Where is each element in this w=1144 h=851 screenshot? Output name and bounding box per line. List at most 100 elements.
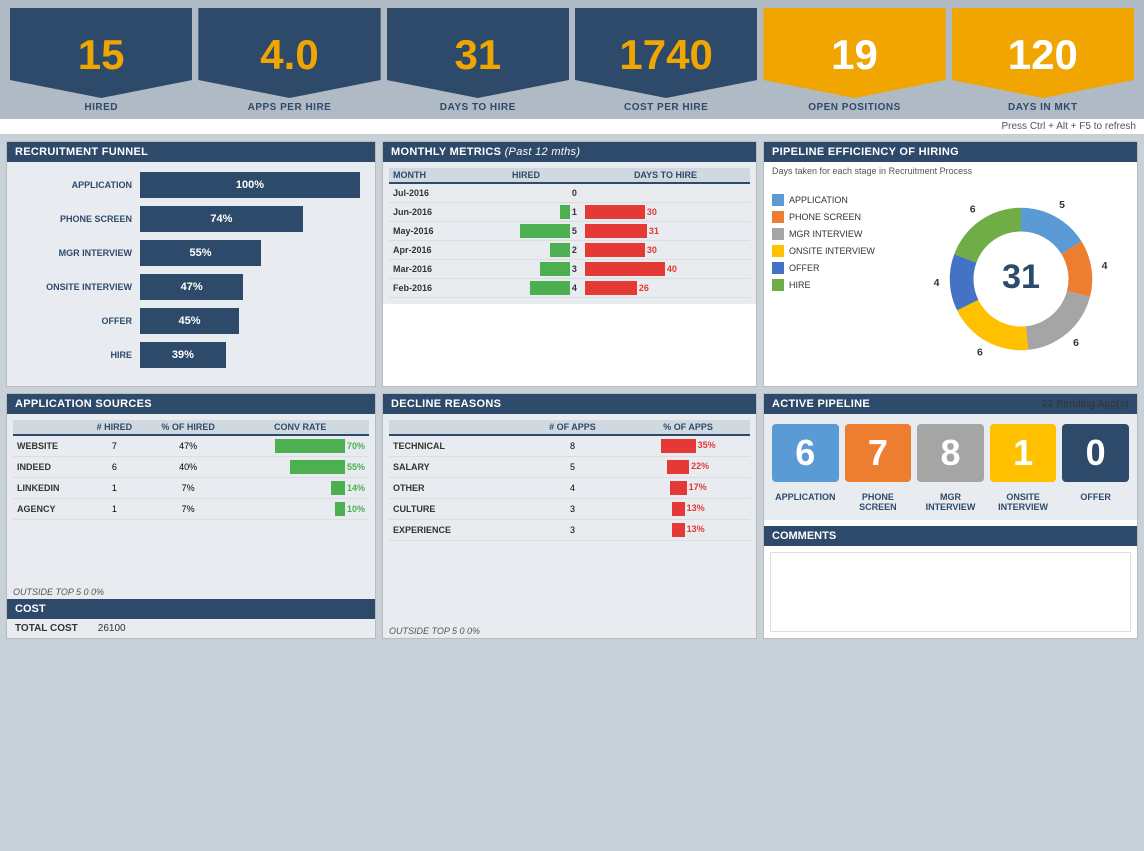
monthly-row: Apr-2016230 xyxy=(389,241,750,260)
source-name: INDEED xyxy=(13,457,84,478)
monthly-dth: 26 xyxy=(581,279,750,298)
funnel-bar: 100% xyxy=(140,172,360,198)
decline-apps: 3 xyxy=(519,520,626,541)
pipeline-body: APPLICATIONPHONE SCREENMGR INTERVIEWONSI… xyxy=(764,176,1137,382)
source-name: AGENCY xyxy=(13,499,84,520)
decline-apps: 5 xyxy=(519,457,626,478)
donut-center-value: 31 xyxy=(1001,258,1039,296)
source-row: WEBSITE747%70% xyxy=(13,435,369,457)
legend-item: PHONE SCREEN xyxy=(772,211,902,223)
decline-reasons-panel: DECLINE REASONS # OF APPS % OF APPS TECH… xyxy=(382,393,757,639)
source-name: WEBSITE xyxy=(13,435,84,457)
funnel-bar: 47% xyxy=(140,274,243,300)
decline-reason-name: SALARY xyxy=(389,457,519,478)
monthly-metrics-body: MONTH HIRED DAYS TO HIRE Jul-20160Jun-20… xyxy=(383,162,756,304)
donut-label: 5 xyxy=(1059,200,1065,211)
monthly-dth xyxy=(581,183,750,203)
legend-label: ONSITE INTERVIEW xyxy=(789,246,875,256)
funnel-row-label: HIRE xyxy=(22,350,132,360)
donut-wrap: 54664631 xyxy=(912,184,1129,374)
legend-color xyxy=(772,211,784,223)
cost-header: COST xyxy=(7,599,375,619)
pipeline-cards: 67810 xyxy=(764,414,1137,492)
pipeline-stage-card: 0 xyxy=(1062,424,1129,482)
funnel-row-label: OFFER xyxy=(22,316,132,326)
decline-apps: 3 xyxy=(519,499,626,520)
decline-row: CULTURE313% xyxy=(389,499,750,520)
outside-top5-decline: OUTSIDE TOP 5 0 0% xyxy=(383,624,756,638)
source-conv: 70% xyxy=(231,435,369,457)
funnel-bar: 45% xyxy=(140,308,239,334)
funnel-row: MGR INTERVIEW55% xyxy=(22,240,360,266)
pipeline-legend: APPLICATIONPHONE SCREENMGR INTERVIEWONSI… xyxy=(772,184,902,374)
decline-reason-name: OTHER xyxy=(389,478,519,499)
funnel-row: APPLICATION100% xyxy=(22,172,360,198)
monthly-row: Jun-2016130 xyxy=(389,203,750,222)
outside-top5-sources: OUTSIDE TOP 5 0 0% xyxy=(7,585,375,599)
decline-apps: 8 xyxy=(519,435,626,457)
donut-label: 6 xyxy=(1073,338,1079,349)
legend-color xyxy=(772,228,784,240)
application-sources-panel: APPLICATION SOURCES # HIRED % OF HIRED C… xyxy=(6,393,376,639)
monthly-dth: 40 xyxy=(581,260,750,279)
monthly-hired: 3 xyxy=(471,260,581,279)
decline-row: OTHER417% xyxy=(389,478,750,499)
source-hired: 1 xyxy=(84,478,145,499)
donut-label: 6 xyxy=(977,348,983,359)
legend-label: PHONE SCREEN xyxy=(789,212,861,222)
monthly-month: Mar-2016 xyxy=(389,260,471,279)
donut-segment xyxy=(1025,291,1089,350)
pipeline-cards-labels: APPLICATIONPHONE SCREENMGR INTERVIEWONSI… xyxy=(764,492,1137,520)
funnel-bar-wrap: 55% xyxy=(140,240,360,266)
kpi-label: APPS PER HIRE xyxy=(248,98,332,119)
decline-header: DECLINE REASONS xyxy=(383,394,756,414)
pipeline-card-value: 7 xyxy=(868,432,888,474)
funnel-row-label: PHONE SCREEN xyxy=(22,214,132,224)
comments-body xyxy=(770,552,1131,632)
decline-pct: 13% xyxy=(626,499,750,520)
funnel-bar-wrap: 39% xyxy=(140,342,360,368)
dec-col-name xyxy=(389,420,519,435)
donut-segment xyxy=(949,254,978,310)
funnel-bar-wrap: 100% xyxy=(140,172,360,198)
monthly-hired: 0 xyxy=(471,183,581,203)
kpi-banner: 15HIRED4.0APPS PER HIRE31DAYS TO HIRE174… xyxy=(0,0,1144,119)
pipeline-card-value: 1 xyxy=(1013,432,1033,474)
kpi-value: 4.0 xyxy=(198,8,380,98)
legend-label: APPLICATION xyxy=(789,195,848,205)
legend-label: OFFER xyxy=(789,263,820,273)
source-conv: 14% xyxy=(231,478,369,499)
kpi-card-days-to-hire: 31DAYS TO HIRE xyxy=(387,8,569,119)
kpi-label: DAYS TO HIRE xyxy=(440,98,516,119)
pipeline-card-value: 0 xyxy=(1086,432,1106,474)
pipeline-efficiency-panel: PIPELINE EFFICIENCY OF HIRING Days taken… xyxy=(763,141,1138,387)
sources-body: # HIRED % OF HIRED CONV RATE WEBSITE747%… xyxy=(7,414,375,585)
monthly-hired: 1 xyxy=(471,203,581,222)
pipeline-card-label: ONSITE INTERVIEW xyxy=(990,492,1057,512)
source-row: AGENCY17%10% xyxy=(13,499,369,520)
source-conv: 55% xyxy=(231,457,369,478)
donut-chart: 54664631 xyxy=(926,184,1116,374)
kpi-value: 120 xyxy=(952,8,1134,98)
legend-item: HIRE xyxy=(772,279,902,291)
refresh-bar: Press Ctrl + Alt + F5 to refresh xyxy=(0,119,1144,135)
funnel-row: ONSITE INTERVIEW47% xyxy=(22,274,360,300)
dec-col-pct: % OF APPS xyxy=(626,420,750,435)
decline-row: SALARY522% xyxy=(389,457,750,478)
pipeline-card-label: PHONE SCREEN xyxy=(845,492,912,512)
decline-body: # OF APPS % OF APPS TECHNICAL835%SALARY5… xyxy=(383,414,756,624)
pipeline-subtitle: Days taken for each stage in Recruitment… xyxy=(764,162,1137,176)
decline-pct: 13% xyxy=(626,520,750,541)
funnel-bar-wrap: 45% xyxy=(140,308,360,334)
donut-label: 4 xyxy=(1101,261,1107,272)
kpi-label: DAYS IN MKT xyxy=(1008,98,1078,119)
source-conv: 10% xyxy=(231,499,369,520)
kpi-card-open-positions: 19OPEN POSITIONS xyxy=(763,8,945,119)
funnel-bar-wrap: 47% xyxy=(140,274,360,300)
source-hired: 1 xyxy=(84,499,145,520)
decline-table: # OF APPS % OF APPS TECHNICAL835%SALARY5… xyxy=(389,420,750,541)
active-pipeline-panel: ACTIVE PIPELINE 22 Pending App(s) 67810 … xyxy=(763,393,1138,639)
kpi-label: HIRED xyxy=(84,98,118,119)
source-hired: 7 xyxy=(84,435,145,457)
monthly-metrics-panel: MONTHLY METRICS (Past 12 mths) MONTH HIR… xyxy=(382,141,757,387)
